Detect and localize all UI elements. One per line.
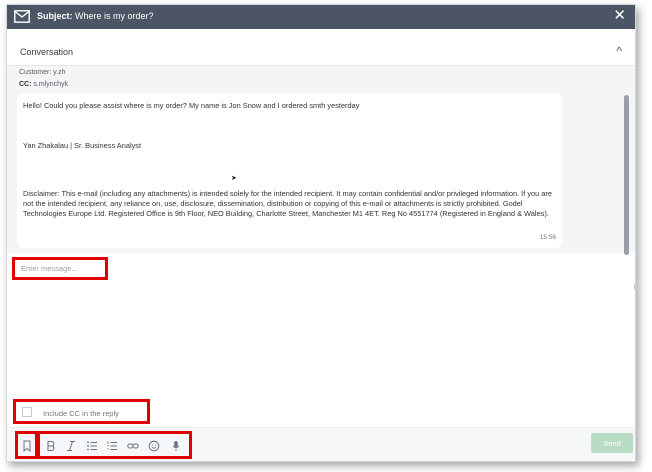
customer-line: Customer: y.zh xyxy=(19,69,66,76)
window-edge-marker xyxy=(634,284,637,290)
subject-label: Subject: xyxy=(37,11,73,21)
bulleted-list-icon[interactable] xyxy=(86,440,98,452)
italic-icon[interactable] xyxy=(65,440,77,452)
cc-value: s.mlynchyk xyxy=(33,81,69,88)
thread-scrollbar[interactable] xyxy=(624,95,629,255)
cc-line: CC: s.mlynchyk xyxy=(19,81,68,88)
chevron-up-icon[interactable]: ^ xyxy=(616,44,622,58)
mouse-cursor-icon: ➤ xyxy=(231,175,237,182)
message-greeting: Hello! Could you please assist where is … xyxy=(23,101,360,110)
close-icon[interactable]: ✕ xyxy=(613,8,626,24)
link-icon[interactable] xyxy=(127,440,139,452)
bookmark-icon[interactable] xyxy=(21,440,33,452)
message-bubble: Hello! Could you please assist where is … xyxy=(17,93,562,248)
include-cc-checkbox[interactable]: Include CC in the reply xyxy=(13,399,150,424)
bold-icon[interactable] xyxy=(45,440,57,452)
include-cc-box[interactable] xyxy=(22,407,32,417)
bookmark-button[interactable] xyxy=(15,431,38,459)
cc-label: CC: xyxy=(19,81,32,88)
message-disclaimer: Disclaimer: This e-mail (including any a… xyxy=(23,189,552,218)
conversation-thread: Customer: y.zh CC: s.mlynchyk Hello! Cou… xyxy=(7,66,635,253)
formatting-toolbar xyxy=(37,431,192,459)
emoji-icon[interactable] xyxy=(148,440,160,452)
conversation-section-header[interactable]: Conversation ^ xyxy=(7,29,635,66)
microphone-icon[interactable] xyxy=(170,440,182,452)
numbered-list-icon[interactable] xyxy=(106,440,118,452)
include-cc-label: Include CC in the reply xyxy=(43,409,119,418)
modal-title-bar: Subject: Where is my order? ✕ xyxy=(7,5,635,29)
subject-line: Subject: Where is my order? xyxy=(37,11,154,21)
message-timestamp: 15:56 xyxy=(539,234,556,241)
subject-value: Where is my order? xyxy=(75,11,154,21)
conversation-modal: Subject: Where is my order? ✕ Conversati… xyxy=(6,4,636,462)
conversation-title: Conversation xyxy=(20,47,74,57)
send-button[interactable]: Send xyxy=(591,433,633,453)
message-signature: Yan Zhakalau | Sr. Business Analyst xyxy=(23,141,142,150)
mail-icon xyxy=(14,10,30,23)
message-input[interactable] xyxy=(12,257,108,280)
